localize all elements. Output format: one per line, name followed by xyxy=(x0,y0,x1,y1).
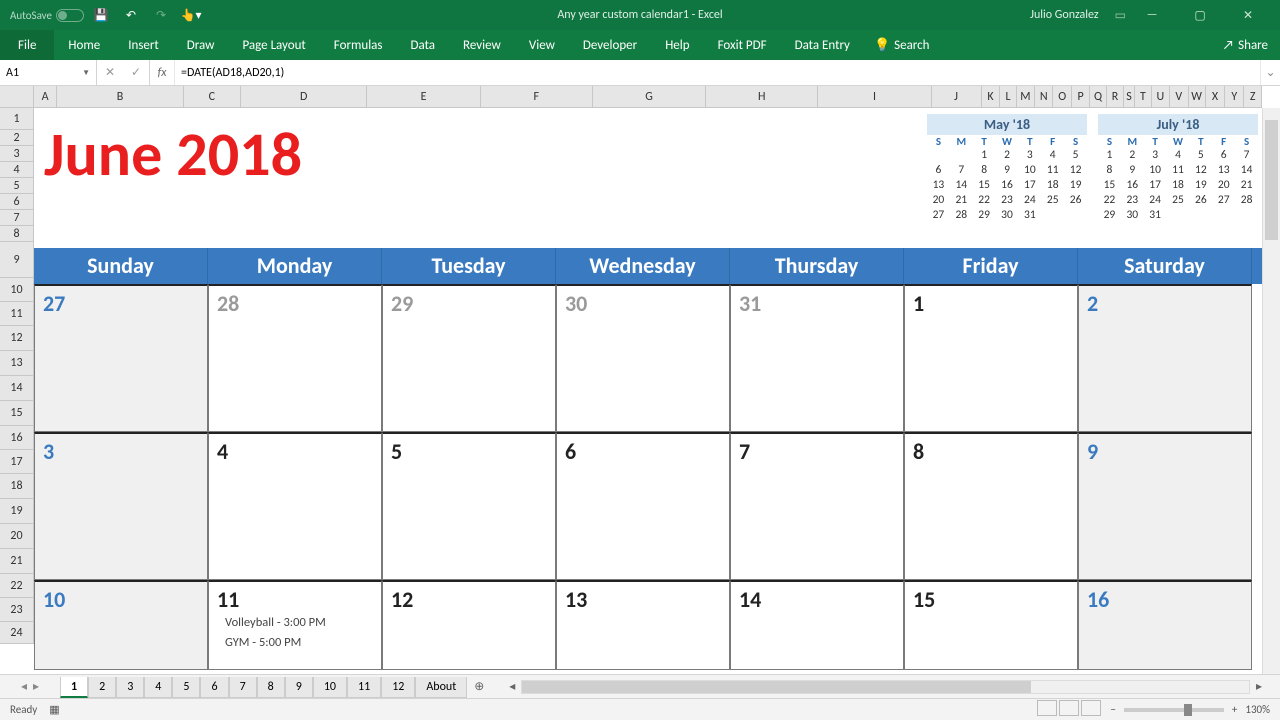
sheet-tab[interactable]: About xyxy=(415,677,467,698)
maximize-icon[interactable]: ▢ xyxy=(1178,0,1222,30)
sheet-tab[interactable]: 4 xyxy=(144,677,172,698)
calendar-cell[interactable]: 28 xyxy=(208,284,382,432)
calendar-cell[interactable]: 8 xyxy=(904,432,1078,580)
calendar-cell[interactable]: 14 xyxy=(730,580,904,670)
tab-help[interactable]: Help xyxy=(651,30,703,60)
calendar-cell[interactable]: 27 xyxy=(34,284,208,432)
formula-bar: A1▼ ✕ ✓ fx =DATE(AD18,AD20,1) ⌄ xyxy=(0,60,1280,86)
calendar-cell[interactable]: 1 xyxy=(904,284,1078,432)
mini-calendar-prev: May '18 SMTWTFS 123456789101112131415161… xyxy=(927,114,1087,223)
calendar-cell[interactable]: 10 xyxy=(34,580,208,670)
tab-review[interactable]: Review xyxy=(449,30,515,60)
tell-me-search[interactable]: 💡Search xyxy=(864,30,940,60)
tab-developer[interactable]: Developer xyxy=(569,30,651,60)
calendar-cell[interactable]: 30 xyxy=(556,284,730,432)
spreadsheet-grid: ABCDEFGHIJKLMNOPQRSTUVWXYZ 1234567891011… xyxy=(0,86,1280,674)
sheet-tab[interactable]: 12 xyxy=(381,677,415,698)
sheet-tab[interactable]: 1 xyxy=(60,677,88,698)
status-bar: Ready ▦ − + 130% xyxy=(0,698,1280,720)
close-icon[interactable]: ✕ xyxy=(1226,0,1270,30)
calendar-cell[interactable]: 15 xyxy=(904,580,1078,670)
sheet-tab[interactable]: 2 xyxy=(88,677,116,698)
view-buttons[interactable] xyxy=(1036,700,1102,719)
sheet-tab[interactable]: 8 xyxy=(257,677,285,698)
tab-formulas[interactable]: Formulas xyxy=(320,30,397,60)
add-sheet-button[interactable]: ⊕ xyxy=(467,675,491,698)
tab-home[interactable]: Home xyxy=(54,30,114,60)
autosave-toggle[interactable]: AutoSave xyxy=(10,9,84,22)
sheet-tab[interactable]: 5 xyxy=(172,677,200,698)
tab-view[interactable]: View xyxy=(515,30,569,60)
calendar-cell[interactable]: 16 xyxy=(1078,580,1252,670)
document-title: Any year custom calendar1 - Excel xyxy=(557,8,722,22)
tab-insert[interactable]: Insert xyxy=(114,30,173,60)
calendar-cell[interactable]: 6 xyxy=(556,432,730,580)
tab-file[interactable]: File xyxy=(0,30,54,60)
share-button[interactable]: ↗Share xyxy=(1211,30,1280,60)
chevron-down-icon[interactable]: ▼ xyxy=(82,68,90,78)
calendar-cell[interactable]: 7 xyxy=(730,432,904,580)
sheet-tab[interactable]: 7 xyxy=(229,677,257,698)
minimize-icon[interactable]: — xyxy=(1130,0,1174,30)
fx-icon[interactable]: fx xyxy=(150,60,174,85)
share-icon: ↗ xyxy=(1223,38,1234,53)
sheet-tab[interactable]: 9 xyxy=(285,677,313,698)
titlebar: AutoSave 💾 ↶ ↷ 👆▾ Any year custom calend… xyxy=(0,0,1280,30)
tab-data-entry[interactable]: Data Entry xyxy=(781,30,864,60)
redo-icon[interactable]: ↷ xyxy=(148,2,174,28)
touch-mode-icon[interactable]: 👆▾ xyxy=(178,2,204,28)
column-headers[interactable]: ABCDEFGHIJKLMNOPQRSTUVWXYZ xyxy=(34,86,1262,108)
ribbon-tabs: File Home Insert Draw Page Layout Formul… xyxy=(0,30,1280,60)
sheet-content[interactable]: June 2018 May '18 SMTWTFS 12345678910111… xyxy=(34,108,1262,674)
tab-foxit-pdf[interactable]: Foxit PDF xyxy=(704,30,781,60)
save-icon[interactable]: 💾 xyxy=(88,2,114,28)
calendar-weekday-header: SundayMondayTuesdayWednesdayThursdayFrid… xyxy=(34,248,1262,284)
macro-record-icon[interactable]: ▦ xyxy=(49,703,59,716)
zoom-out-icon[interactable]: − xyxy=(1110,703,1115,716)
calendar-cell[interactable]: 29 xyxy=(382,284,556,432)
cancel-formula-icon[interactable]: ✕ xyxy=(97,65,123,80)
expand-formula-icon[interactable]: ⌄ xyxy=(1260,60,1280,85)
enter-formula-icon[interactable]: ✓ xyxy=(123,65,149,80)
lightbulb-icon: 💡 xyxy=(874,38,890,53)
user-name[interactable]: Julio Gonzalez xyxy=(1030,8,1099,22)
formula-input[interactable]: =DATE(AD18,AD20,1) xyxy=(174,60,1260,85)
zoom-level[interactable]: 130% xyxy=(1245,703,1270,716)
sheet-tab[interactable]: 6 xyxy=(200,677,228,698)
row-headers[interactable]: 123456789101112131415161718192021222324 xyxy=(0,108,34,674)
calendar-cell[interactable]: 11Volleyball - 3:00 PMGYM - 5:00 PM xyxy=(208,580,382,670)
sheet-tab[interactable]: 3 xyxy=(116,677,144,698)
sheet-tab[interactable]: 10 xyxy=(313,677,347,698)
calendar-cell[interactable]: 31 xyxy=(730,284,904,432)
zoom-slider[interactable] xyxy=(1124,708,1224,712)
calendar-cell[interactable]: 4 xyxy=(208,432,382,580)
sheet-tab[interactable]: 11 xyxy=(347,677,381,698)
calendar-cell[interactable]: 5 xyxy=(382,432,556,580)
sheet-tabs-row: ◂▸ 123456789101112About ⊕ ◂▸ xyxy=(0,674,1280,698)
sheet-nav-arrows[interactable]: ◂▸ xyxy=(0,675,60,698)
calendar-cell[interactable]: 12 xyxy=(382,580,556,670)
name-box[interactable]: A1▼ xyxy=(0,60,97,85)
select-all-corner[interactable] xyxy=(0,86,34,108)
calendar-cell[interactable]: 13 xyxy=(556,580,730,670)
tab-draw[interactable]: Draw xyxy=(173,30,229,60)
horizontal-scrollbar[interactable]: ◂▸ xyxy=(503,675,1268,698)
undo-icon[interactable]: ↶ xyxy=(118,2,144,28)
calendar-cell[interactable]: 9 xyxy=(1078,432,1252,580)
status-ready: Ready xyxy=(10,703,37,716)
tab-data[interactable]: Data xyxy=(397,30,450,60)
calendar-title: June 2018 xyxy=(44,116,302,192)
zoom-in-icon[interactable]: + xyxy=(1232,703,1237,716)
calendar-cell[interactable]: 2 xyxy=(1078,284,1252,432)
calendar-body[interactable]: 27282930311234567891011Volleyball - 3:00… xyxy=(34,284,1262,674)
ribbon-options-icon[interactable]: ▭ xyxy=(1115,8,1126,23)
vertical-scrollbar[interactable] xyxy=(1262,108,1280,674)
mini-calendar-next: July '18 SMTWTFS 12345678910111213141516… xyxy=(1098,114,1258,223)
calendar-cell[interactable]: 3 xyxy=(34,432,208,580)
tab-page-layout[interactable]: Page Layout xyxy=(228,30,319,60)
